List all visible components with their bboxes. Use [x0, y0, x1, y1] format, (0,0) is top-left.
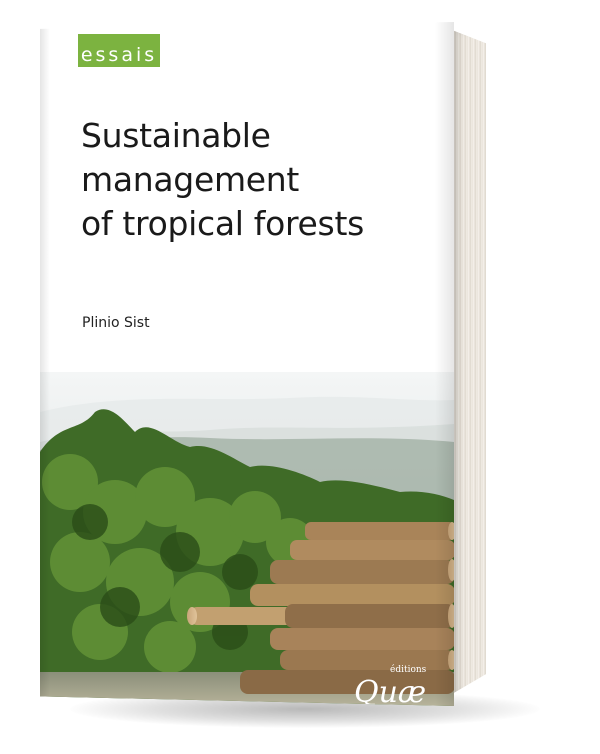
book-cover: essais Sustainable management of tropica… — [40, 22, 454, 706]
book-mockup-scene: essais Sustainable management of tropica… — [0, 0, 600, 754]
book-title: Sustainable management of tropical fores… — [81, 114, 421, 246]
series-badge: essais — [78, 34, 160, 67]
book-page-edges — [452, 30, 486, 694]
title-line-2: management — [81, 160, 300, 199]
cover-photo-forest — [40, 372, 454, 706]
publisher-logo: éditions Quæ — [354, 664, 427, 706]
svg-text:éditions: éditions — [390, 664, 427, 675]
svg-text:Quæ: Quæ — [354, 675, 426, 706]
book-3d: essais Sustainable management of tropica… — [0, 0, 600, 754]
book-author: Plinio Sist — [82, 315, 150, 331]
title-line-3: of tropical forests — [81, 204, 364, 243]
title-line-1: Sustainable — [81, 116, 271, 155]
